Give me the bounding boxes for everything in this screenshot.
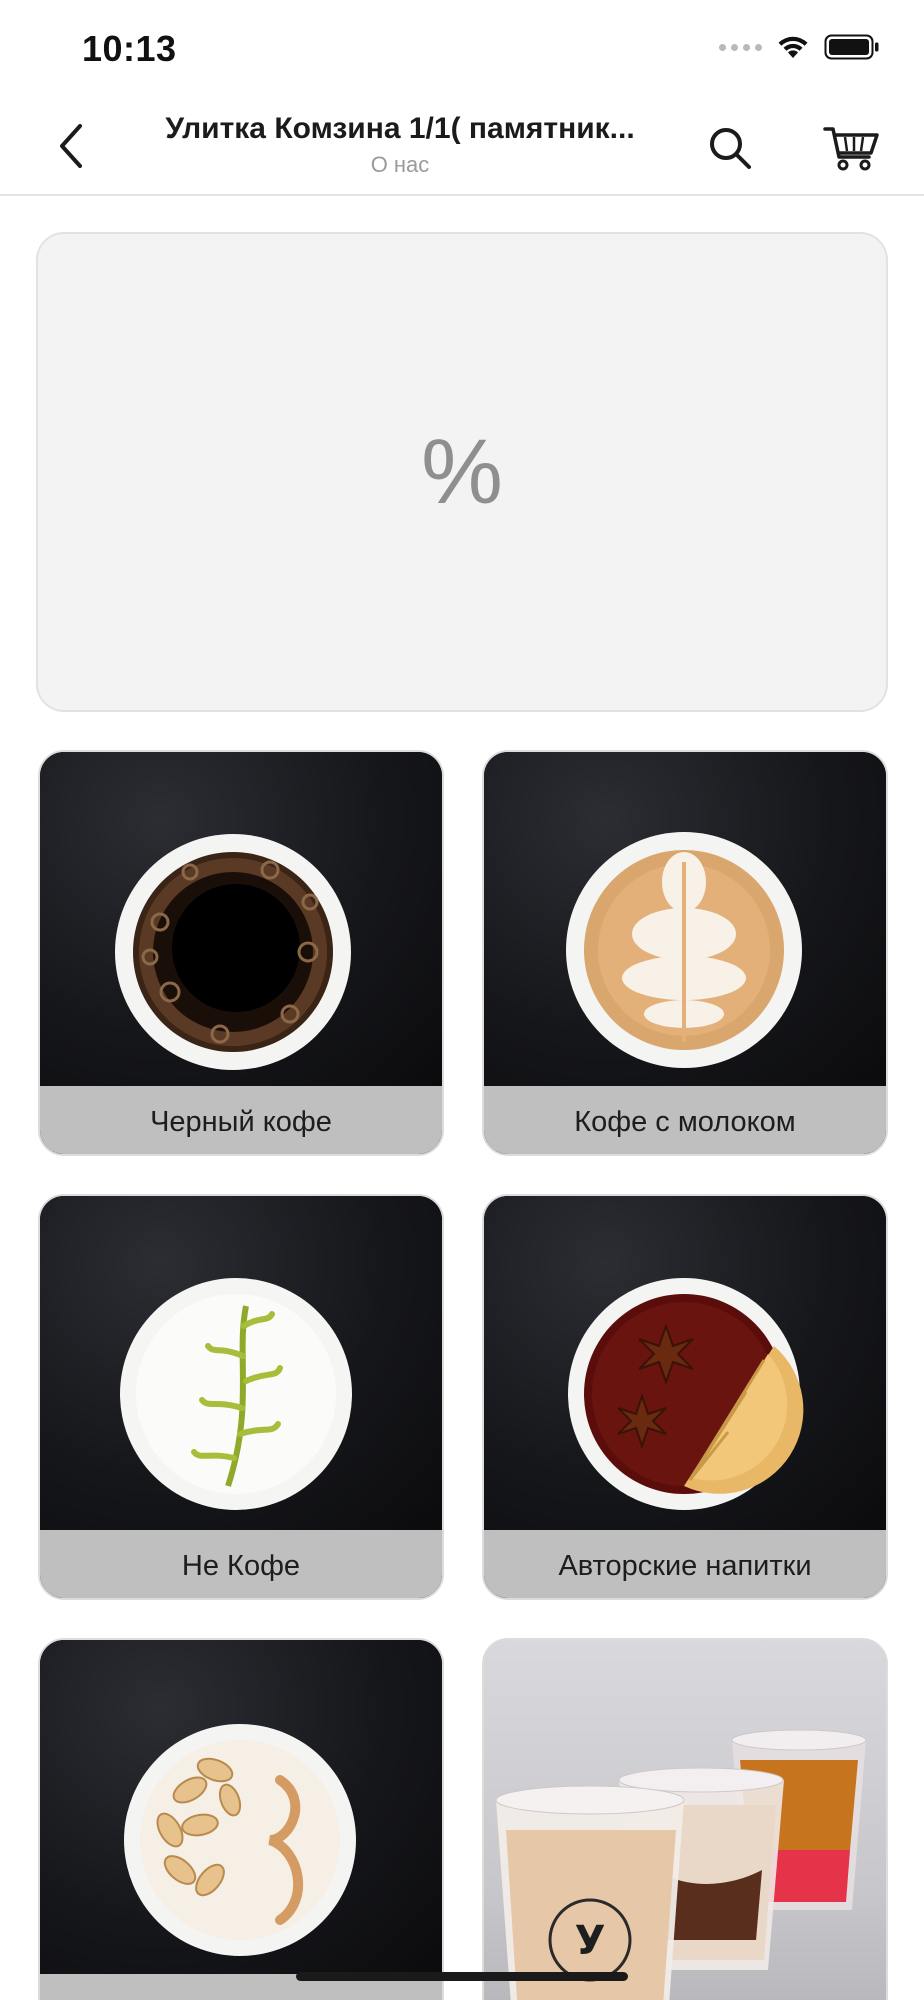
home-indicator[interactable]	[296, 1972, 628, 1981]
category-tile-signature-drinks[interactable]: Авторские напитки	[482, 1194, 888, 1600]
promo-banner[interactable]: %	[36, 232, 888, 712]
latte-art-cup-icon	[566, 832, 802, 1068]
battery-icon	[824, 34, 879, 60]
wifi-icon	[778, 36, 808, 58]
category-tile-iced-drinks[interactable]: У	[482, 1638, 888, 2000]
promo-percent-symbol: %	[421, 420, 503, 523]
page-title: Улитка Комзина 1/1( памятник...	[165, 112, 635, 145]
category-label: Авторские напитки	[484, 1530, 886, 1598]
matcha-image	[40, 1196, 442, 1530]
category-tile-coffee-with-milk[interactable]: Кофе с молоком	[482, 750, 888, 1156]
back-button[interactable]	[40, 116, 100, 176]
tea-image	[484, 1196, 886, 1530]
iced-drinks-image: У	[484, 1640, 886, 2000]
cart-button[interactable]	[820, 116, 884, 180]
about-link[interactable]: О нас	[130, 152, 670, 178]
status-time: 10:13	[82, 28, 177, 69]
matcha-latte-cup-icon	[120, 1278, 352, 1510]
tea-star-anise-cup-icon	[568, 1278, 804, 1510]
category-label: Кофе с молоком	[484, 1086, 886, 1154]
search-button[interactable]	[700, 118, 760, 178]
almond-latte-image	[40, 1640, 442, 1974]
category-label: Не Кофе	[40, 1530, 442, 1598]
almond-latte-cup-icon	[124, 1724, 356, 1956]
signal-dots-icon	[719, 43, 762, 51]
black-coffee-cup-icon	[115, 834, 351, 1070]
nav-title-block: Улитка Комзина 1/1( памятник... О нас	[130, 112, 670, 178]
latte-image	[484, 752, 886, 1086]
status-bar: 10:13	[0, 0, 924, 100]
search-icon	[710, 128, 751, 169]
category-label: Черный кофе	[40, 1086, 442, 1154]
black-coffee-image	[40, 752, 442, 1086]
iced-drinks-cups-icon: У	[495, 1729, 867, 2000]
nav-bar: Улитка Комзина 1/1( памятник... О нас	[0, 100, 924, 196]
svg-text:У: У	[575, 1918, 606, 1964]
status-icons	[719, 34, 880, 60]
category-tile-not-coffee[interactable]: Не Кофе	[38, 1194, 444, 1600]
category-tile-almond-latte[interactable]	[38, 1638, 444, 2000]
back-chevron-icon	[60, 124, 82, 168]
category-tile-black-coffee[interactable]: Черный кофе	[38, 750, 444, 1156]
cart-icon	[823, 127, 879, 171]
